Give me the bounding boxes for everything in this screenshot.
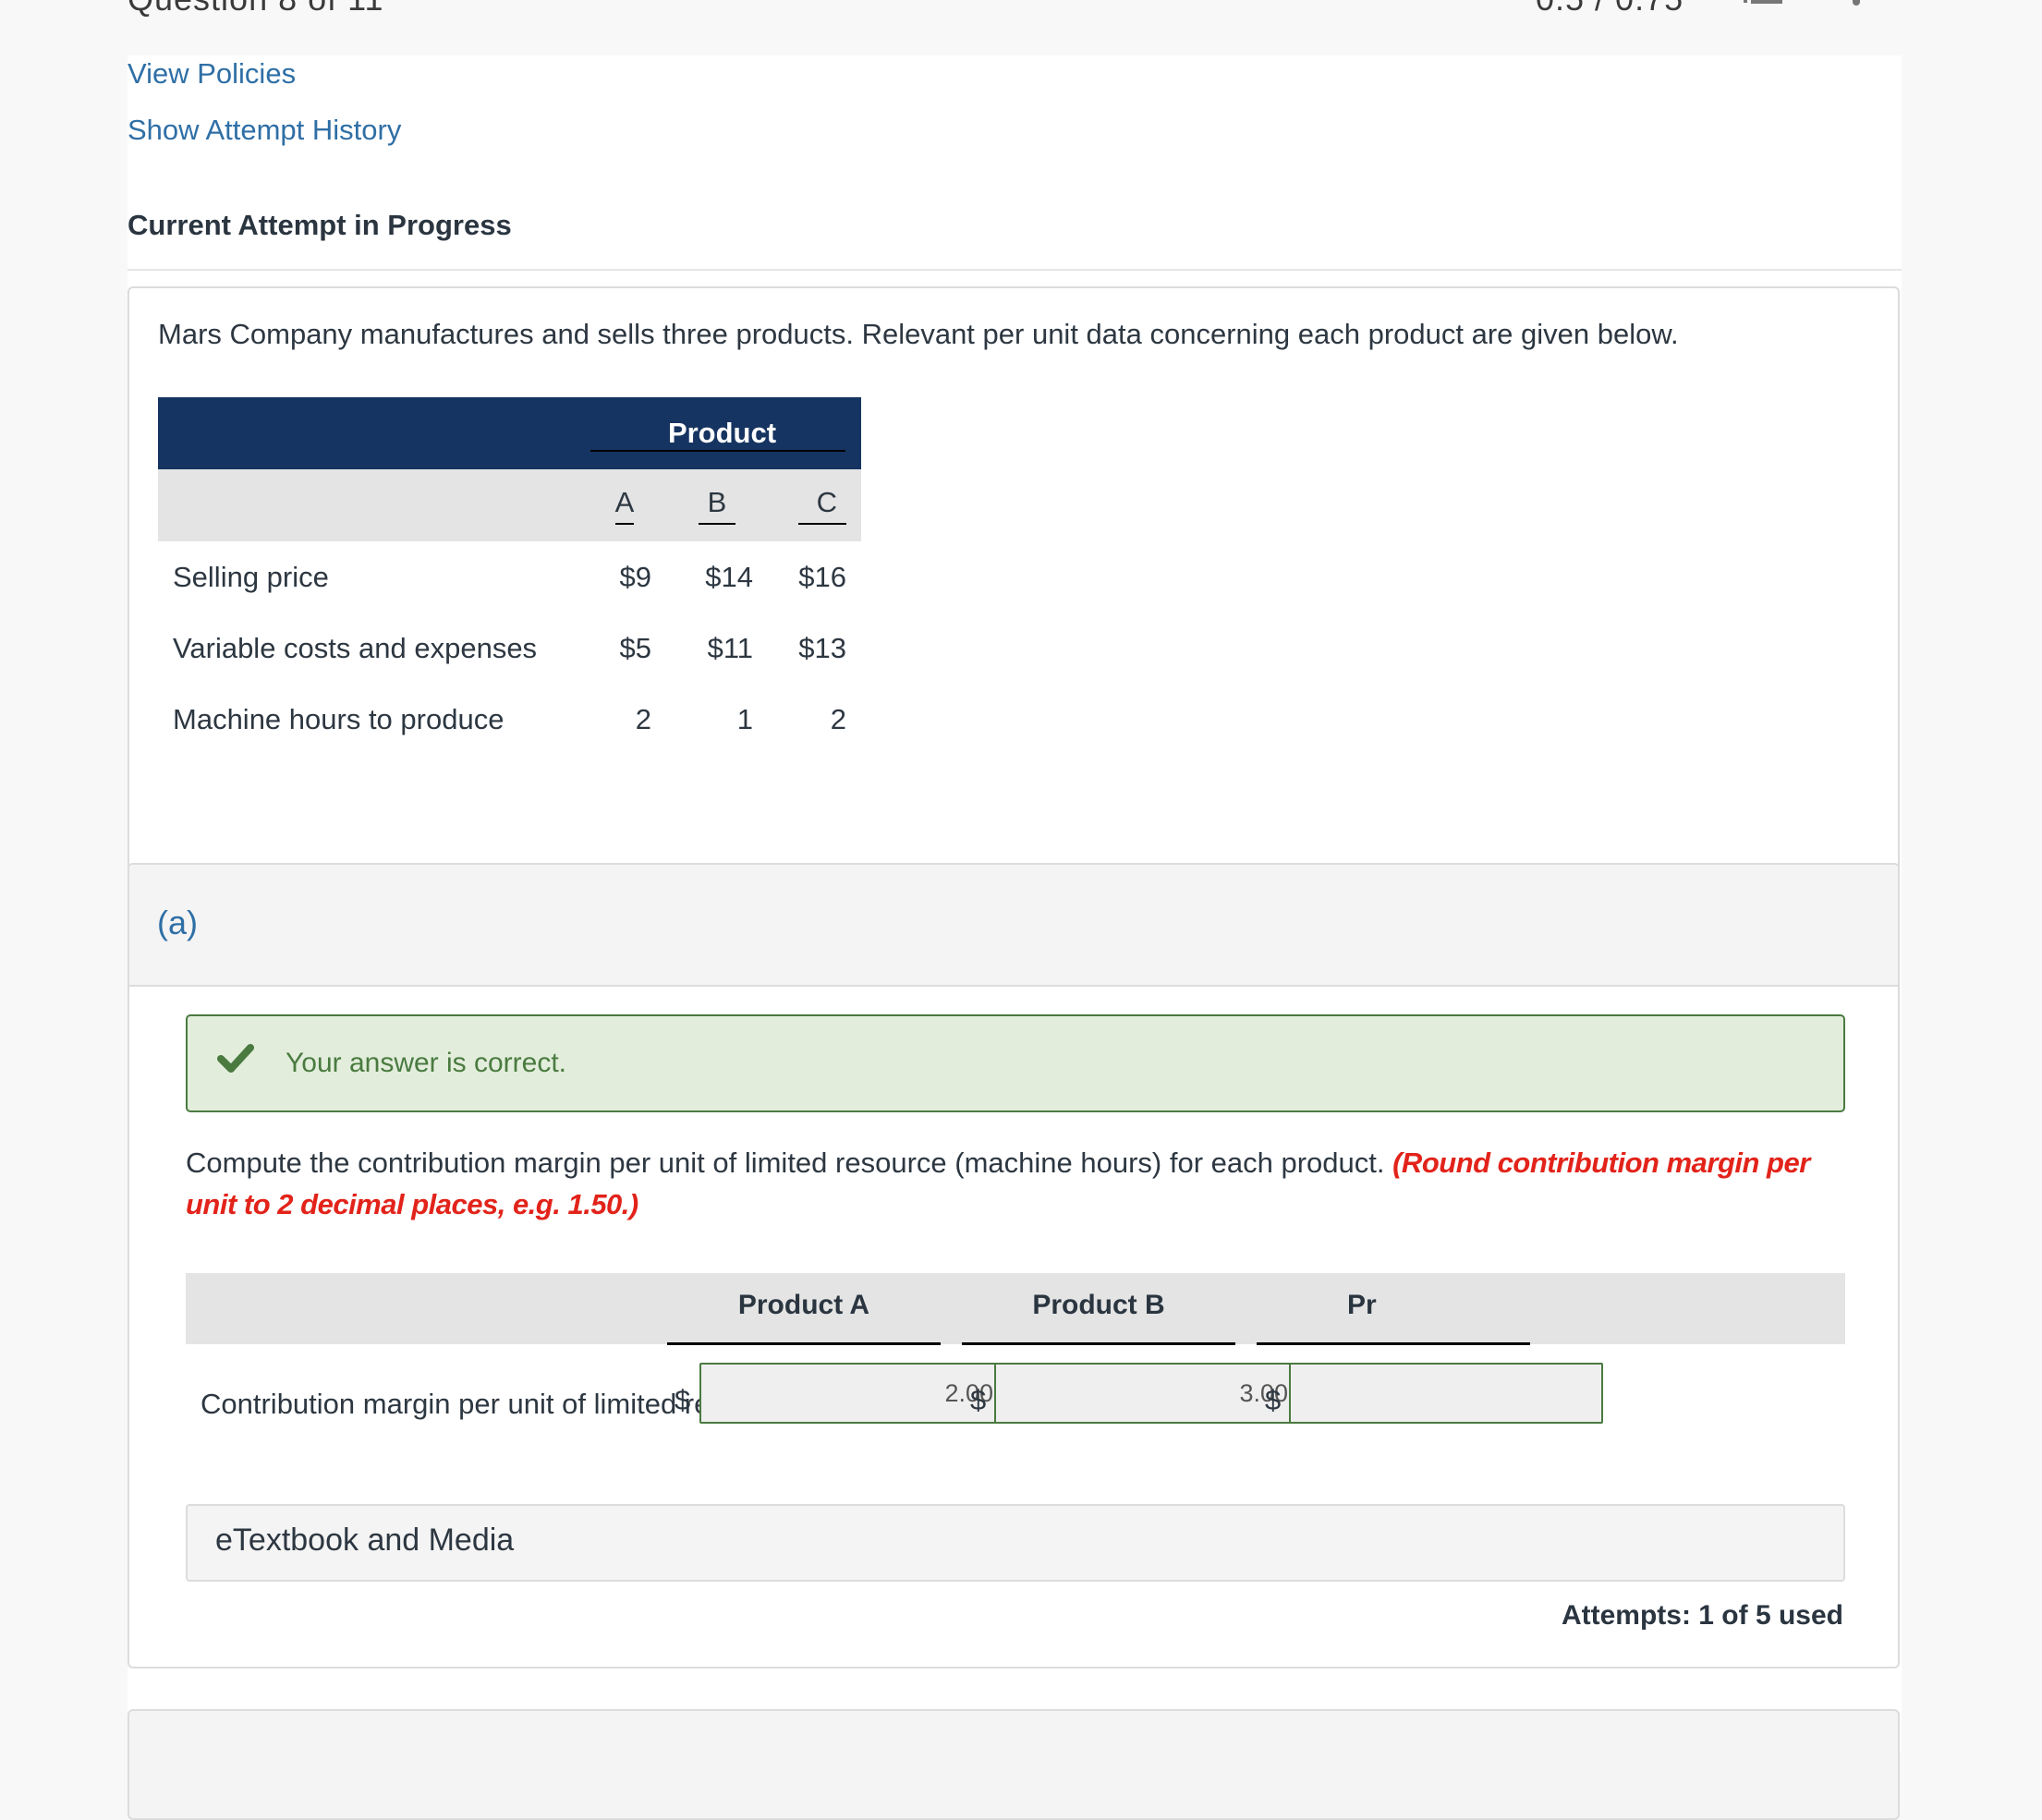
question-page: View Policies Show Attempt History Curre… (128, 55, 1902, 1820)
table-column-header-row: A B C (158, 469, 861, 541)
instructions: Compute the contribution margin per unit… (186, 1142, 1812, 1225)
question-counter: Question 8 of 11 (128, 0, 384, 18)
cell-value: $5 (619, 631, 651, 664)
part-a-header: (a) (129, 865, 1898, 987)
cell-value: $11 (707, 631, 753, 664)
table-row: Selling price $9 $14 $16 (158, 541, 861, 613)
more-icon[interactable] (1853, 0, 1860, 6)
part-label: (a) (157, 904, 198, 941)
cell-value: 2 (830, 702, 846, 735)
divider (128, 269, 1902, 271)
view-policies-link[interactable]: View Policies (128, 57, 296, 91)
attempt-heading: Current Attempt in Progress (128, 209, 512, 241)
column-header-product-a: Product A (737, 1290, 870, 1320)
product-data-table: Product A B C Selling price $9 $14 $16 V… (158, 397, 861, 755)
question-intro-card: Mars Company manufactures and sells thre… (128, 286, 1900, 878)
product-group-header-label: Product (667, 417, 777, 449)
feedback-message: Your answer is correct. (286, 1048, 567, 1078)
product-a-answer-input[interactable] (699, 1363, 1014, 1424)
product-c-answer-input[interactable] (1289, 1363, 1603, 1424)
show-attempt-history-link[interactable]: Show Attempt History (128, 114, 401, 147)
table-row: Variable costs and expenses $5 $11 $13 (158, 613, 861, 684)
column-header-a: A (583, 469, 666, 541)
currency-symbol: $ (970, 1384, 987, 1416)
product-group-header: Product (583, 397, 861, 469)
column-header-c-label: C (797, 486, 846, 525)
right-gutter (1902, 55, 2042, 1752)
column-header-c: C (768, 469, 861, 541)
column-header-b-label: B (698, 486, 736, 525)
column-underline (1257, 1342, 1530, 1345)
table-group-header-row: Product (158, 397, 861, 469)
next-part-card (128, 1709, 1900, 1820)
cell-value: $14 (705, 560, 753, 593)
cell-value: 2 (635, 702, 651, 735)
intro-text: Mars Company manufactures and sells thre… (158, 318, 1679, 350)
column-header-product-b: Product B (1032, 1290, 1165, 1320)
column-header-a-label: A (614, 486, 635, 525)
part-a-card: (a) Your answer is correct. Compute the … (128, 863, 1900, 1668)
currency-symbol: $ (675, 1384, 691, 1416)
etextbook-label: eTextbook and Media (215, 1523, 515, 1558)
answer-table: Product A Product B Pr Contribution marg… (186, 1273, 1845, 1439)
currency-symbol: $ (1265, 1384, 1282, 1416)
check-icon (217, 1044, 254, 1073)
table-row: Machine hours to produce 2 1 2 (158, 684, 861, 755)
product-b-answer-input[interactable] (994, 1363, 1308, 1424)
top-bar: Question 8 of 11 0.5 / 0.75 (0, 0, 2042, 55)
cell-value: 1 (736, 702, 753, 735)
etextbook-media-button[interactable]: eTextbook and Media (186, 1504, 1845, 1582)
instruction-text: Compute the contribution margin per unit… (186, 1147, 1385, 1179)
list-icon[interactable] (1744, 0, 1782, 4)
correct-answer-banner: Your answer is correct. (186, 1014, 1845, 1112)
column-header-b: B (666, 469, 768, 541)
column-underline (667, 1342, 941, 1345)
row-label: Selling price (173, 560, 329, 593)
cell-value: $13 (798, 631, 846, 664)
row-label: Variable costs and expenses (173, 631, 538, 664)
column-header-product-c-label: Pr (1347, 1290, 1377, 1320)
cell-value: $16 (798, 560, 846, 593)
score-display: 0.5 / 0.75 (1536, 0, 1683, 18)
cell-value: $9 (619, 560, 651, 593)
row-label: Machine hours to produce (173, 702, 504, 735)
column-underline (962, 1342, 1235, 1345)
attempts-counter: Attempts: 1 of 5 used (1561, 1600, 1843, 1631)
